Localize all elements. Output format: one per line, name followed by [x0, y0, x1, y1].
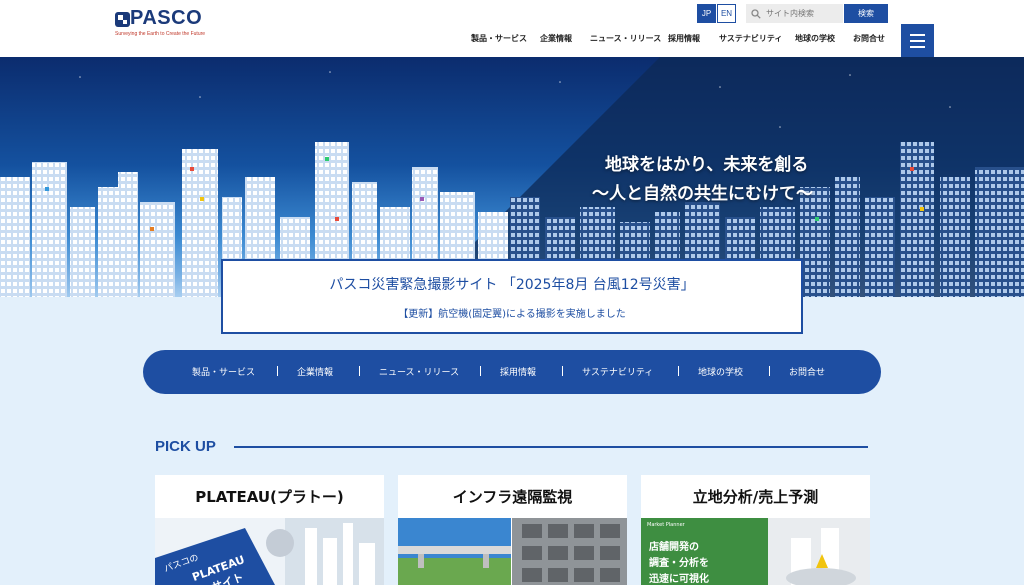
hero-headline: 地球をはかり、未来を創る [605, 155, 809, 175]
disaster-notice-banner[interactable]: パスコ災害緊急撮影サイト 「2025年8月 台風12号災害」 【更新】航空機(固… [221, 259, 803, 334]
mainnav-company[interactable]: 企業情報 [297, 365, 333, 378]
pickup-card-plateau[interactable]: PLATEAU(プラトー) パスコの PLATEAU サイト [155, 475, 384, 585]
site-header: PASCO Surveying the Earth to Create the … [0, 0, 1024, 57]
main-nav-bar: 製品・サービス 企業情報 ニュース・リリース 採用情報 サステナビリティ 地球の… [143, 350, 881, 394]
card-title: PLATEAU(プラトー) [195, 488, 344, 506]
plateau-image: パスコの PLATEAU サイト [155, 518, 384, 585]
market-planner-brand: Market Planner [647, 522, 685, 528]
topnav-company[interactable]: 企業情報 [540, 33, 572, 44]
market-planner-text-3: 迅速に可視化 [649, 574, 709, 585]
notice-title[interactable]: パスコ災害緊急撮影サイト 「2025年8月 台風12号災害」 [223, 274, 801, 294]
market-planner-text-1: 店舗開発の [649, 542, 699, 553]
lang-en-button[interactable]: EN [717, 4, 736, 23]
topnav-recruit[interactable]: 採用情報 [668, 33, 700, 44]
logo-text: PASCO [130, 7, 203, 29]
mainnav-sustainability[interactable]: サステナビリティ [582, 365, 653, 378]
lang-jp-button[interactable]: JP [697, 4, 716, 23]
card-title: 立地分析/売上予測 [692, 488, 819, 506]
search-input[interactable] [766, 9, 841, 18]
search-icon [751, 8, 761, 19]
mainnav-contact[interactable]: お問合せ [789, 365, 825, 378]
mainnav-recruit[interactable]: 採用情報 [500, 365, 536, 378]
mainnav-news[interactable]: ニュース・リリース [379, 365, 459, 378]
pasco-logo[interactable]: PASCO Surveying the Earth to Create the … [115, 7, 225, 40]
pickup-card-infra[interactable]: インフラ遠隔監視 [398, 475, 627, 585]
mainnav-products[interactable]: 製品・サービス [192, 365, 255, 378]
topnav-products[interactable]: 製品・サービス [471, 33, 527, 44]
market-planner-text-2: 調査・分析を [649, 558, 709, 569]
search-button[interactable]: 検索 [844, 4, 888, 23]
pickup-heading: PICK UP [155, 438, 216, 455]
topnav-contact[interactable]: お問合せ [853, 33, 885, 44]
topnav-school[interactable]: 地球の学校 [795, 33, 835, 44]
pasco-logo-mark-icon [115, 12, 130, 27]
market-planner-image: Market Planner 店舗開発の 調査・分析を 迅速に可視化 [641, 518, 870, 585]
menu-button[interactable] [901, 24, 934, 57]
notice-subtitle[interactable]: 【更新】航空機(固定翼)による撮影を実施しました [223, 305, 801, 320]
logo-tagline: Surveying the Earth to Create the Future [115, 31, 206, 37]
topnav-news[interactable]: ニュース・リリース [590, 33, 661, 44]
mainnav-school[interactable]: 地球の学校 [698, 365, 743, 378]
infra-image [398, 518, 627, 585]
menu-icon [910, 33, 925, 36]
card-title: インフラ遠隔監視 [452, 488, 573, 506]
search-box[interactable] [746, 4, 843, 23]
pickup-card-location-analysis[interactable]: 立地分析/売上予測 Market Planner 店舗開発の 調査・分析を 迅速… [641, 475, 870, 585]
topnav-sustainability[interactable]: サステナビリティ [719, 33, 782, 44]
hero-subheadline: 〜人と自然の共生にむけて〜 [592, 184, 813, 204]
pickup-divider [234, 446, 868, 448]
